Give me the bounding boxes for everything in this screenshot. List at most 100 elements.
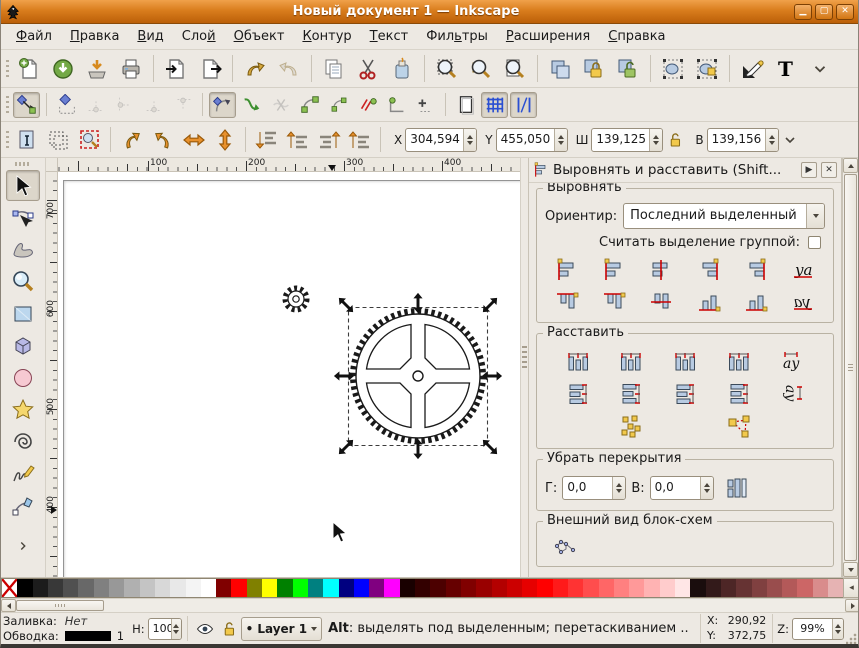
palette-swatch[interactable]: [537, 579, 553, 597]
redo-button[interactable]: [273, 54, 305, 84]
create-clone-button[interactable]: [578, 54, 610, 84]
palette-swatch[interactable]: [567, 579, 584, 597]
snap-rotation-center-button[interactable]: [383, 92, 410, 118]
menu-extensions[interactable]: Расширения: [497, 26, 599, 47]
stroke-color-swatch[interactable]: [64, 630, 111, 641]
fill-stroke-dialog-button[interactable]: [736, 54, 768, 84]
horizontal-ruler[interactable]: 100 200 300 400: [58, 158, 520, 172]
align-top-to-bottom-anchor-button[interactable]: [549, 288, 585, 316]
palette-swatch[interactable]: [338, 579, 354, 597]
align-center-horizontal-button[interactable]: [643, 256, 679, 284]
tweak-tool-button[interactable]: [6, 234, 40, 265]
distribute-text-horizontal-button[interactable]: [774, 348, 810, 376]
snap-enable-button[interactable]: [13, 91, 40, 118]
palette-swatch-none[interactable]: [2, 579, 18, 597]
distribute-bottom-edges-button[interactable]: [667, 380, 703, 408]
snap-page-border-button[interactable]: [452, 92, 479, 118]
distribute-text-vertical-button[interactable]: [774, 380, 810, 408]
palette-swatch[interactable]: [231, 579, 247, 597]
menu-edit[interactable]: Правка: [61, 26, 128, 47]
toolbar-overflow-chevron-icon[interactable]: [780, 126, 800, 154]
open-button[interactable]: [47, 54, 79, 84]
cut-button[interactable]: [352, 54, 384, 84]
distribute-equal-gaps-vertical-button[interactable]: [721, 380, 757, 408]
distribute-centers-horizontal-button[interactable]: [613, 348, 649, 376]
palette-swatch[interactable]: [369, 579, 385, 597]
group-button[interactable]: [657, 54, 689, 84]
align-top-edges-button[interactable]: [596, 288, 632, 316]
palette-swatch[interactable]: [782, 579, 798, 597]
align-left-edges-button[interactable]: [596, 256, 632, 284]
select-all-button[interactable]: [13, 126, 42, 154]
palette-swatch[interactable]: [720, 579, 737, 597]
palette-swatch[interactable]: [415, 579, 431, 597]
paste-button[interactable]: [386, 54, 418, 84]
dock-splitter[interactable]: [520, 158, 529, 577]
rectangle-tool-button[interactable]: [6, 298, 40, 329]
palette-swatch[interactable]: [170, 579, 186, 597]
palette-swatch[interactable]: [812, 579, 829, 597]
node-tool-button[interactable]: [6, 202, 40, 233]
flip-vertical-button[interactable]: [210, 126, 239, 154]
palette-swatch[interactable]: [736, 579, 752, 597]
palette-swatch[interactable]: [705, 579, 721, 597]
lower-to-bottom-button[interactable]: [252, 126, 281, 154]
palette-swatch[interactable]: [277, 579, 293, 597]
small-gear-object[interactable]: [282, 285, 310, 313]
arrange-network-button[interactable]: [721, 412, 757, 440]
snap-bbox-edges-button[interactable]: [82, 92, 109, 118]
selector-tool-button[interactable]: [6, 170, 40, 201]
vertical-scrollbar[interactable]: [842, 158, 858, 577]
star-tool-button[interactable]: [6, 394, 40, 425]
palette-swatch[interactable]: [522, 579, 538, 597]
horizontal-scrollbar-thumb[interactable]: [16, 600, 104, 611]
y-field[interactable]: 455,050: [495, 127, 568, 152]
snap-guides-button[interactable]: [510, 91, 537, 118]
snap-bbox-button[interactable]: [53, 92, 80, 118]
import-button[interactable]: [160, 54, 192, 84]
align-bottom-edges-button[interactable]: [691, 288, 727, 316]
panel-float-button[interactable]: ▶: [801, 162, 817, 178]
scroll-left-button[interactable]: [1, 599, 16, 612]
duplicate-button[interactable]: [544, 54, 576, 84]
snap-to-paths-button[interactable]: [238, 92, 265, 118]
snap-line-midpoints-button[interactable]: [325, 92, 352, 118]
distribute-equal-gaps-horizontal-button[interactable]: [721, 348, 757, 376]
snap-others-button[interactable]: [412, 92, 439, 118]
ellipse-tool-button[interactable]: [6, 362, 40, 393]
zoom-selection-button[interactable]: [431, 54, 463, 84]
menu-view[interactable]: Вид: [128, 26, 172, 47]
deselect-button[interactable]: [75, 126, 104, 154]
panel-close-button[interactable]: ✕: [821, 162, 837, 178]
align-center-vertical-button[interactable]: [643, 288, 679, 316]
palette-swatch[interactable]: [384, 579, 400, 597]
raise-button[interactable]: [314, 126, 343, 154]
large-gear-object[interactable]: [350, 308, 486, 444]
palette-swatch[interactable]: [460, 579, 477, 597]
palette-swatch[interactable]: [675, 579, 691, 597]
scroll-up-button[interactable]: [843, 158, 858, 173]
zoom-page-button[interactable]: [499, 54, 531, 84]
palette-swatch[interactable]: [751, 579, 767, 597]
palette-swatch[interactable]: [353, 579, 370, 597]
zoom-drawing-button[interactable]: [465, 54, 497, 84]
palette-swatch[interactable]: [185, 579, 201, 597]
menu-filters[interactable]: Фильтры: [417, 26, 497, 47]
palette-swatch[interactable]: [307, 579, 324, 597]
toolbar-grip[interactable]: [6, 95, 9, 114]
palette-swatch[interactable]: [139, 579, 155, 597]
palette-swatch[interactable]: [47, 579, 64, 597]
layer-lock-icon[interactable]: [217, 617, 241, 641]
distribute-left-edges-button[interactable]: [560, 348, 596, 376]
palette-swatch[interactable]: [644, 579, 660, 597]
palette-swatch[interactable]: [613, 579, 630, 597]
palette-swatch[interactable]: [323, 579, 339, 597]
palette-swatch[interactable]: [659, 579, 676, 597]
pen-tool-button[interactable]: [6, 490, 40, 521]
new-document-button[interactable]: [13, 54, 45, 84]
align-text-vertical-button[interactable]: [785, 288, 821, 316]
toolbar-grip[interactable]: [6, 130, 9, 149]
menu-help[interactable]: Справка: [599, 26, 674, 47]
current-layer-dropdown[interactable]: • Layer 1: [240, 616, 323, 641]
align-right-to-left-anchor-button[interactable]: [549, 256, 585, 284]
